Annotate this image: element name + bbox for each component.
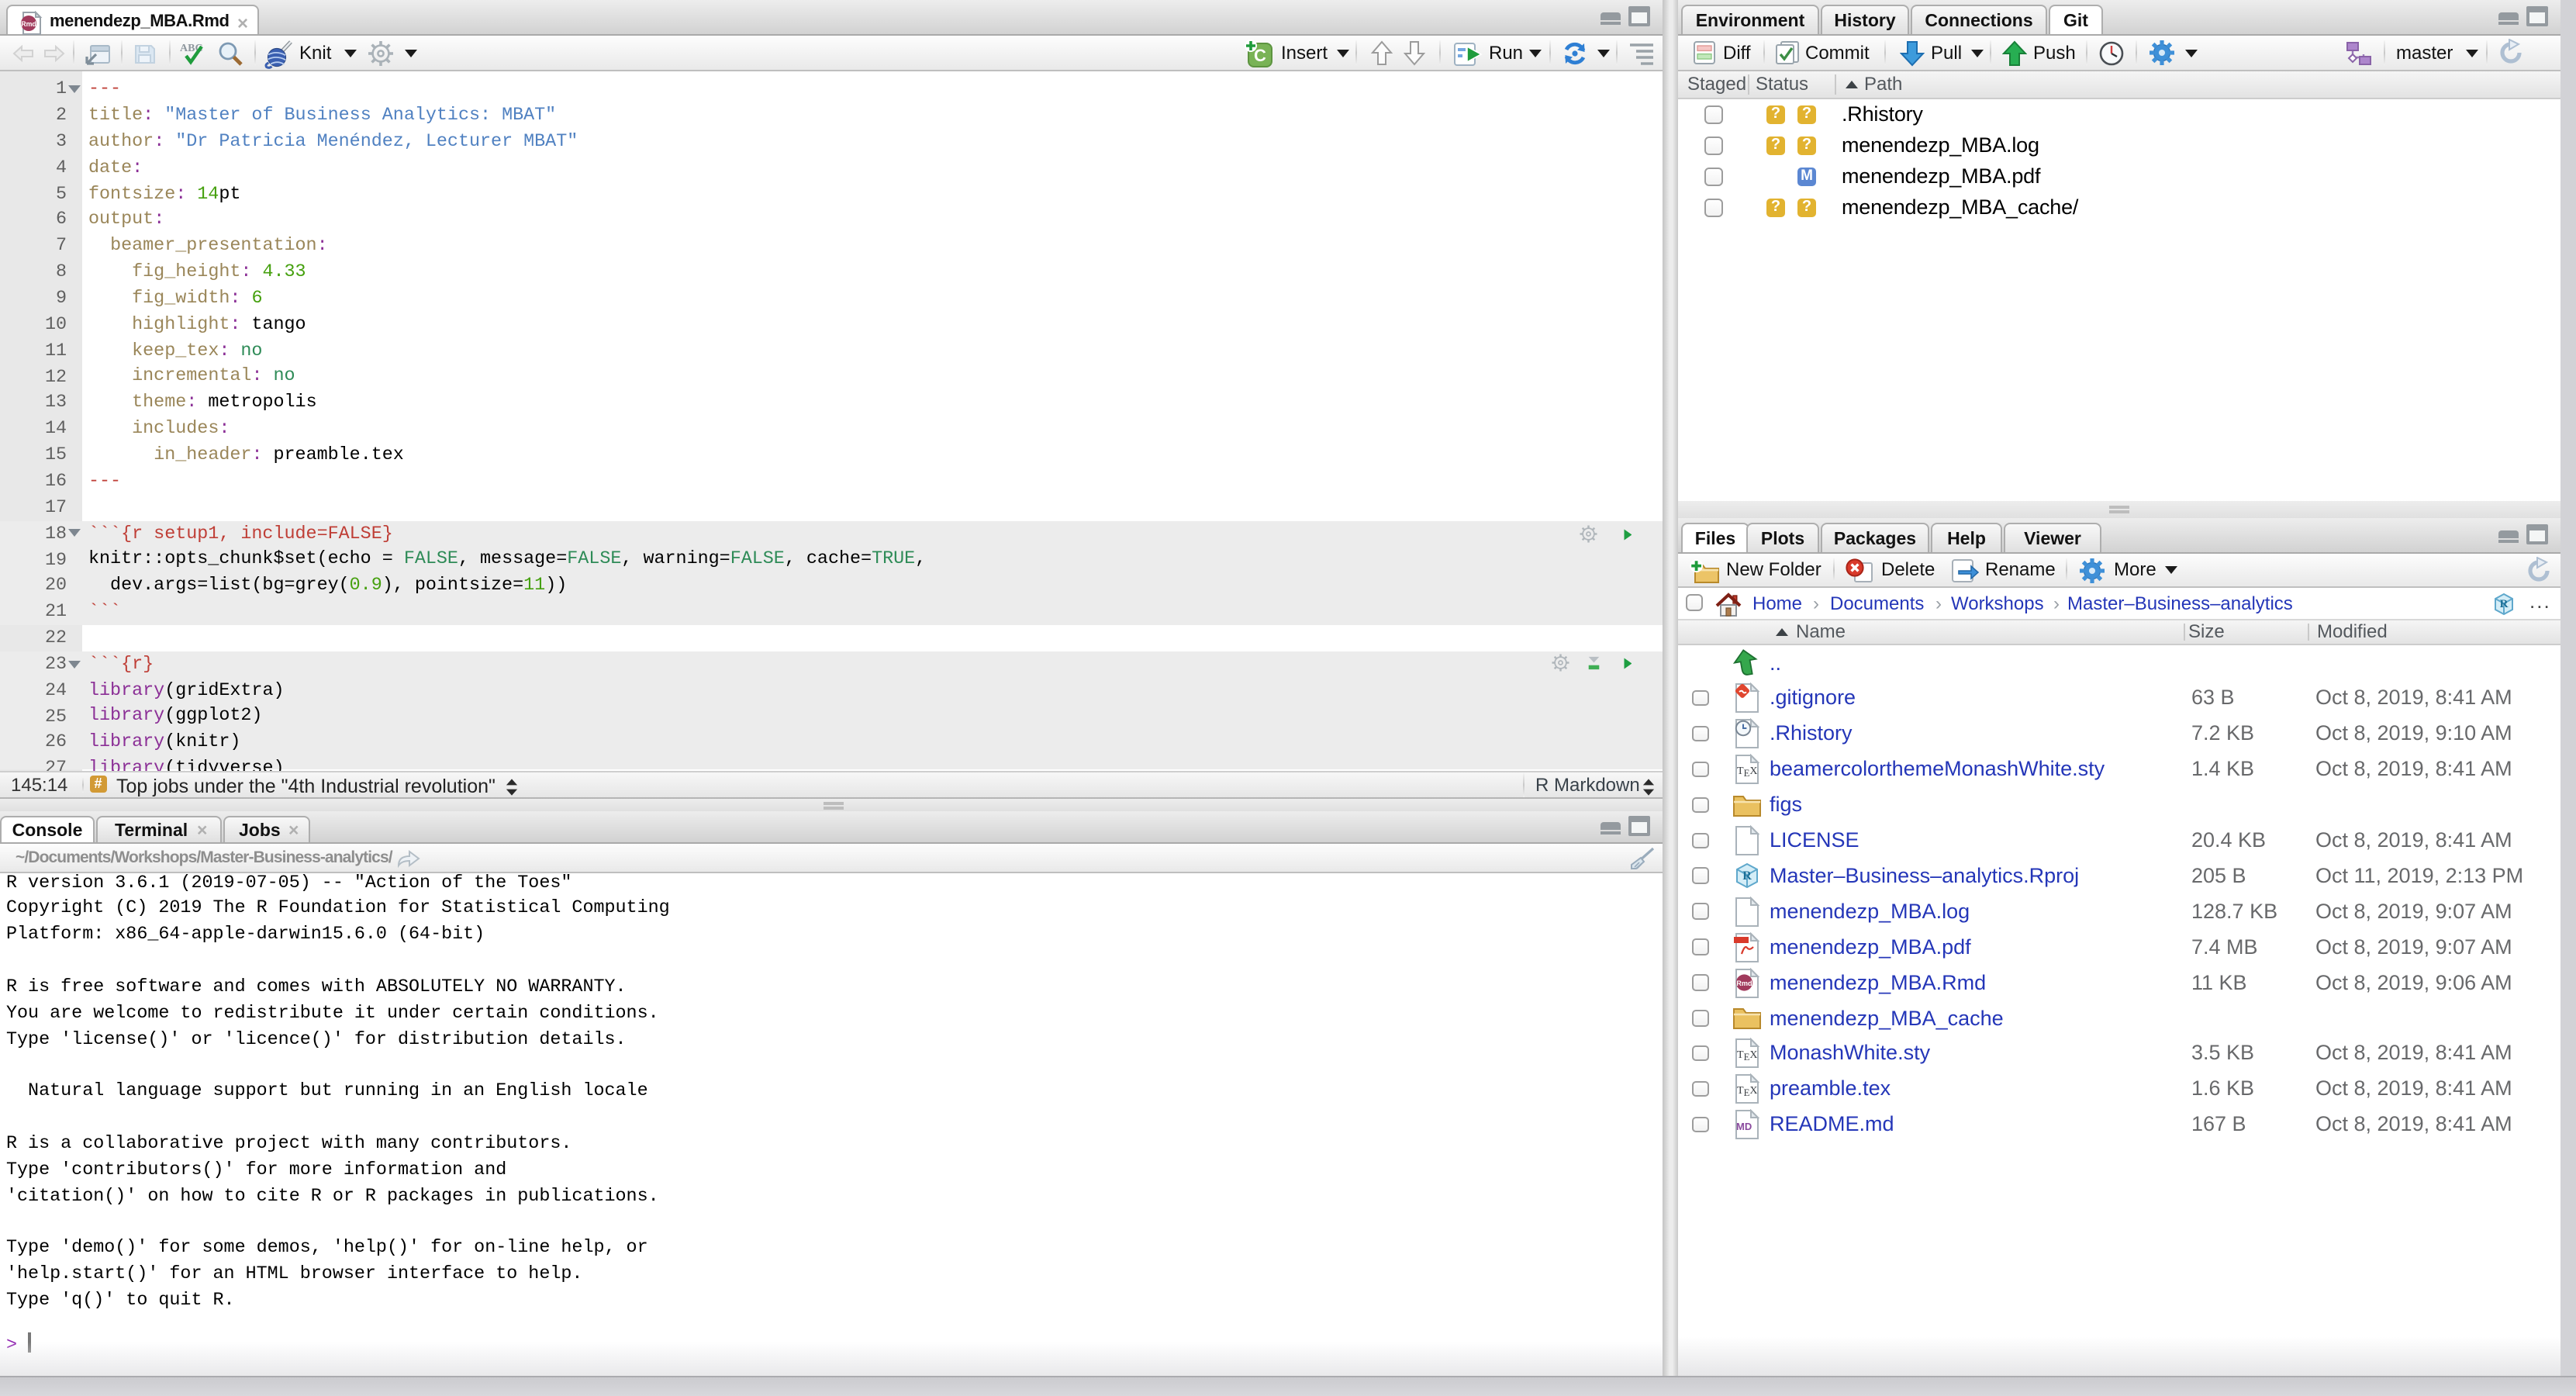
svg-text:R: R xyxy=(1742,869,1752,883)
svg-text:Rmd: Rmd xyxy=(1736,979,1752,987)
svg-text:Rmd: Rmd xyxy=(21,20,36,28)
svg-text:TEX: TEX xyxy=(1737,1086,1758,1099)
svg-text:TEX: TEX xyxy=(1737,765,1758,779)
svg-text:R: R xyxy=(2500,598,2509,610)
svg-text:TEX: TEX xyxy=(1737,1050,1758,1063)
svg-text:MD: MD xyxy=(1736,1121,1752,1132)
